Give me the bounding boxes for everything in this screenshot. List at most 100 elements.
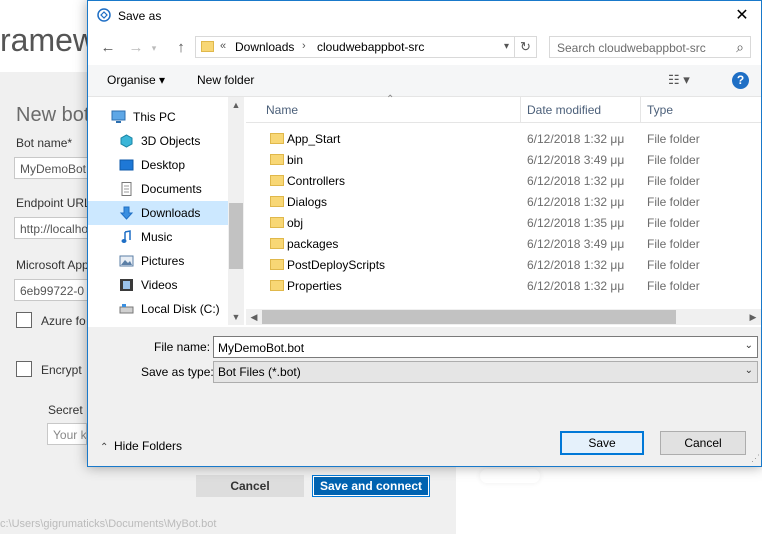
file-name-input[interactable] [214, 337, 740, 359]
pictures-icon [119, 255, 134, 267]
chevron-up-icon: ⌃ [100, 442, 109, 453]
scroll-left-button[interactable]: ◀ [246, 309, 262, 325]
nav-item-music[interactable]: Music [88, 225, 228, 249]
file-row[interactable]: Controllers 6/12/2018 1:32 μμ File folde… [246, 170, 761, 191]
folder-icon [270, 280, 284, 291]
search-input[interactable] [550, 37, 729, 59]
nav-item-pictures[interactable]: Pictures [88, 249, 228, 273]
breadcrumb-downloads[interactable]: Downloads [235, 40, 294, 54]
view-options-button[interactable]: ☷ ▾ [668, 72, 690, 88]
azure-checkbox-label: Azure fo [41, 314, 86, 328]
folder-icon [270, 154, 284, 165]
column-divider[interactable] [640, 97, 641, 123]
save-type-select[interactable]: Bot Files (*.bot) ⌄ [213, 361, 758, 383]
search-box[interactable]: ⌕ [549, 36, 751, 59]
chevron-down-icon: ▼ [231, 312, 241, 322]
endpoint-url-input[interactable]: http://localhost [14, 217, 94, 239]
file-row[interactable]: App_Start 6/12/2018 1:32 μμ File folder [246, 128, 761, 149]
column-type[interactable]: Type [647, 103, 673, 117]
back-button[interactable]: ← [97, 37, 119, 59]
encrypt-checkbox[interactable] [16, 361, 32, 377]
save-as-dialog: Save as ✕ ← → ▾ ↑ « Downloads › cloudweb… [87, 0, 762, 467]
refresh-button[interactable]: ↻ [515, 36, 537, 58]
file-name: Properties [287, 279, 342, 293]
scroll-down-button[interactable]: ▼ [228, 309, 244, 325]
column-name[interactable]: Name [266, 103, 298, 117]
address-dropdown[interactable]: ▾ [504, 41, 509, 52]
nav-item-desktop[interactable]: Desktop [88, 153, 228, 177]
organise-button[interactable]: Organise ▾ [107, 73, 165, 87]
download-icon [119, 206, 134, 220]
resize-grip[interactable]: ⋰ [751, 453, 760, 464]
scroll-right-button[interactable]: ▶ [745, 309, 761, 325]
file-row[interactable]: packages 6/12/2018 3:49 μμ File folder [246, 233, 761, 254]
breadcrumb-separator[interactable]: › [302, 40, 306, 52]
scroll-thumb[interactable] [262, 310, 676, 324]
file-list: ⌃ Name Date modified Type App_Start 6/12… [246, 94, 761, 325]
nav-label: Documents [141, 182, 202, 196]
file-name-combobox[interactable]: ⌄ [213, 336, 758, 359]
nav-label: This PC [133, 110, 176, 124]
hide-folders-toggle[interactable]: ⌃ Hide Folders [100, 439, 182, 453]
nav-item-3d-objects[interactable]: 3D Objects [88, 129, 228, 153]
file-row[interactable]: obj 6/12/2018 1:35 μμ File folder [246, 212, 761, 233]
file-name: obj [287, 216, 304, 230]
dialog-cancel-button[interactable]: Cancel [660, 431, 746, 455]
nav-label: Pictures [141, 254, 185, 268]
file-name: Controllers [287, 174, 346, 188]
folder-icon [270, 175, 284, 186]
nav-label: Downloads [141, 206, 201, 220]
file-date: 6/12/2018 1:32 μμ [527, 279, 625, 293]
address-bar[interactable]: « Downloads › cloudwebappbot-src ▾ [195, 36, 515, 58]
file-date: 6/12/2018 3:49 μμ [527, 237, 625, 251]
save-button[interactable]: Save [560, 431, 644, 455]
sort-ascending-icon: ⌃ [386, 94, 395, 105]
horizontal-scrollbar[interactable]: ◀ ▶ [246, 309, 761, 325]
arrow-right-icon: → [128, 39, 144, 56]
nav-label: Music [141, 230, 173, 244]
azure-checkbox[interactable] [16, 312, 32, 328]
title-bar[interactable]: Save as ✕ [88, 1, 761, 31]
help-button[interactable]: ? [732, 72, 749, 89]
column-divider[interactable] [520, 97, 521, 123]
refresh-icon: ↻ [520, 39, 531, 54]
file-row[interactable]: PostDeployScripts 6/12/2018 1:32 μμ File… [246, 254, 761, 275]
chevron-right-icon: ▶ [749, 312, 757, 322]
column-date-modified[interactable]: Date modified [527, 103, 601, 117]
file-date: 6/12/2018 1:32 μμ [527, 258, 625, 272]
recent-dropdown[interactable]: ▾ [143, 37, 165, 59]
scroll-up-button[interactable]: ▲ [228, 97, 244, 113]
file-type: File folder [647, 132, 700, 146]
secret-input[interactable]: Your k [47, 423, 87, 445]
app-id-input[interactable]: 6eb99722-0 [14, 279, 94, 301]
folder-icon [270, 196, 284, 207]
scroll-thumb[interactable] [229, 203, 243, 269]
music-icon [121, 230, 131, 243]
address-row: ← → ▾ ↑ « Downloads › cloudwebappbot-src… [88, 33, 761, 63]
file-row[interactable]: Dialogs 6/12/2018 1:32 μμ File folder [246, 191, 761, 212]
up-button[interactable]: ↑ [170, 37, 192, 59]
cancel-button[interactable]: Cancel [196, 475, 304, 497]
arrow-left-icon: ← [100, 39, 116, 56]
nav-item-downloads[interactable]: Downloads [88, 201, 228, 225]
close-button[interactable]: ✕ [727, 4, 757, 28]
file-type: File folder [647, 153, 700, 167]
nav-item-documents[interactable]: Documents [88, 177, 228, 201]
column-header: ⌃ Name Date modified Type [246, 94, 761, 123]
file-date: 6/12/2018 1:35 μμ [527, 216, 625, 230]
file-name: PostDeployScripts [287, 258, 386, 272]
dialog-title: Save as [118, 9, 162, 23]
nav-item-local-disk[interactable]: Local Disk (C:) [88, 297, 228, 321]
file-row[interactable]: bin 6/12/2018 3:49 μμ File folder [246, 149, 761, 170]
save-and-connect-button[interactable]: Save and connect [312, 475, 430, 497]
breadcrumb-overflow[interactable]: « [220, 40, 226, 52]
nav-item-videos[interactable]: Videos [88, 273, 228, 297]
chevron-up-icon: ▲ [231, 100, 241, 110]
chevron-down-icon[interactable]: ⌄ [745, 340, 753, 351]
nav-item-this-pc[interactable]: This PC [88, 105, 228, 129]
nav-scrollbar[interactable]: ▲ ▼ [228, 97, 244, 325]
new-folder-button[interactable]: New folder [197, 73, 254, 87]
file-row[interactable]: Properties 6/12/2018 1:32 μμ File folder [246, 275, 761, 296]
breadcrumb-current-folder[interactable]: cloudwebappbot-src [317, 40, 424, 54]
bot-name-input[interactable]: MyDemoBot [14, 157, 94, 179]
